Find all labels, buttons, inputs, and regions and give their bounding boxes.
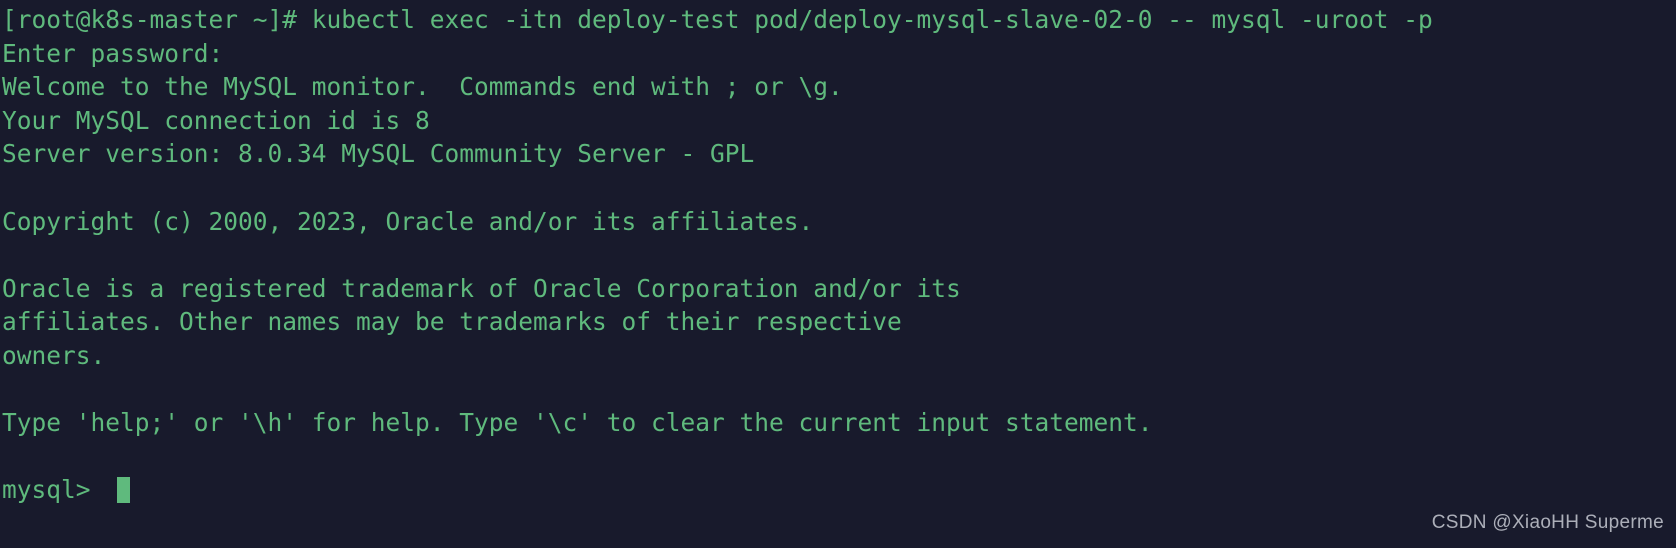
terminal-line: Copyright (c) 2000, 2023, Oracle and/or … (2, 206, 814, 236)
terminal-line: Your MySQL connection id is 8 (2, 105, 430, 135)
terminal-line: Enter password: (2, 38, 224, 68)
terminal-line: [root@k8s-master ~]# kubectl exec -itn d… (2, 5, 1433, 34)
terminal-line: Type 'help;' or '\h' for help. Type '\c'… (2, 408, 1153, 438)
terminal-line: Server version: 8.0.34 MySQL Community S… (2, 139, 755, 169)
mysql-prompt-line[interactable]: mysql> (2, 473, 1676, 507)
terminal-window[interactable]: [root@k8s-master ~]# kubectl exec -itn d… (0, 0, 1676, 548)
terminal-line: Oracle is a registered trademark of Orac… (2, 273, 961, 303)
terminal-line: Welcome to the MySQL monitor. Commands e… (2, 72, 843, 102)
csdn-watermark: CSDN @XiaoHH Superme (1431, 512, 1664, 534)
block-cursor-icon (117, 477, 131, 504)
terminal-line: owners. (2, 340, 106, 370)
mysql-prompt-label: mysql> (2, 475, 106, 505)
terminal-line: affiliates. Other names may be trademark… (2, 307, 902, 337)
